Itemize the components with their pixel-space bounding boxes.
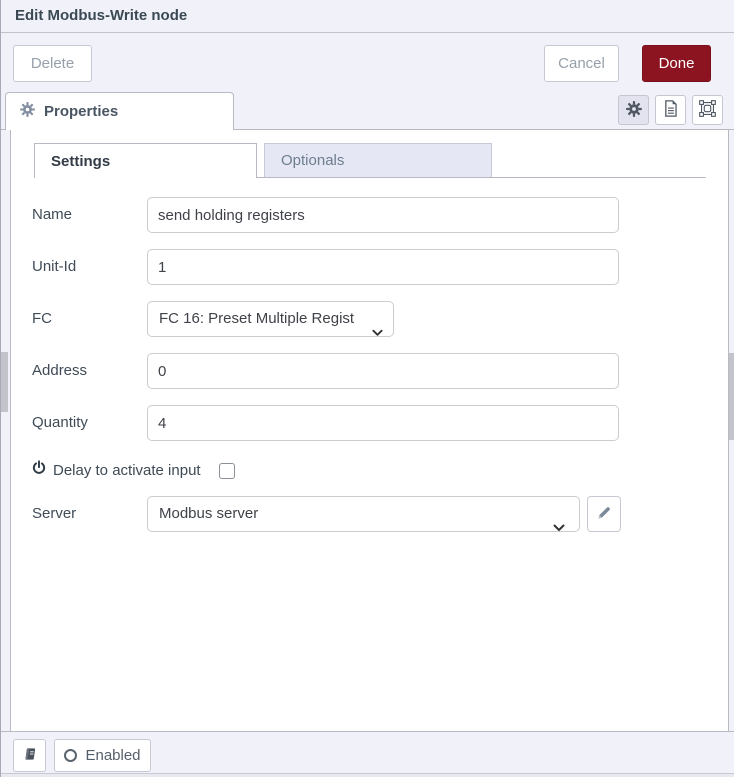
cancel-button[interactable]: Cancel xyxy=(544,45,619,82)
tray-footer: Enabled xyxy=(1,731,734,773)
left-scrollbar-thumb[interactable] xyxy=(1,352,8,412)
tab-settings[interactable]: Settings xyxy=(34,143,257,178)
properties-icon-button[interactable] xyxy=(618,95,649,125)
unit-id-input[interactable] xyxy=(147,249,619,285)
power-icon xyxy=(32,460,46,480)
node-help-button[interactable] xyxy=(13,739,46,772)
status-circle-icon xyxy=(64,749,77,762)
tab-properties-label: Properties xyxy=(44,103,118,120)
appearance-icon xyxy=(699,100,716,120)
address-label: Address xyxy=(32,353,142,389)
dialog-title: Edit Modbus-Write node xyxy=(1,0,734,32)
fc-select-value: FC 16: Preset Multiple Regist xyxy=(159,310,354,327)
unit-id-label: Unit-Id xyxy=(32,249,142,285)
book-icon xyxy=(22,746,37,765)
delay-row: Delay to activate input xyxy=(32,457,201,483)
tray-body: Optionals Settings Name Unit-Id FC FC 16… xyxy=(10,130,729,731)
chevron-down-icon xyxy=(372,316,383,350)
name-label: Name xyxy=(32,197,142,233)
gear-icon xyxy=(626,101,642,120)
quantity-label: Quantity xyxy=(32,405,142,441)
bottom-strip xyxy=(1,773,734,777)
delay-label: Delay to activate input xyxy=(53,462,201,479)
server-select[interactable]: Modbus server xyxy=(147,496,580,532)
enabled-label: Enabled xyxy=(85,747,140,764)
tab-settings-label: Settings xyxy=(51,153,110,170)
done-button[interactable]: Done xyxy=(642,45,711,82)
server-select-value: Modbus server xyxy=(159,505,258,522)
appearance-icon-button[interactable] xyxy=(692,95,723,125)
edit-node-tray: Edit Modbus-Write node Delete Cancel Don… xyxy=(0,0,734,777)
tab-optionals[interactable]: Optionals xyxy=(264,143,492,177)
server-label: Server xyxy=(32,496,142,532)
node-enabled-toggle[interactable]: Enabled xyxy=(54,739,151,772)
description-icon-button[interactable] xyxy=(655,95,686,125)
chevron-down-icon xyxy=(553,511,565,545)
file-text-icon xyxy=(663,100,678,120)
address-input[interactable] xyxy=(147,353,619,389)
delay-checkbox[interactable] xyxy=(219,463,235,479)
name-input[interactable] xyxy=(147,197,619,233)
tab-optionals-label: Optionals xyxy=(281,152,344,169)
gear-icon xyxy=(20,102,35,122)
fc-label: FC xyxy=(32,301,142,337)
edit-server-button[interactable] xyxy=(587,496,621,532)
quantity-input[interactable] xyxy=(147,405,619,441)
delete-button[interactable]: Delete xyxy=(13,45,92,82)
right-scrollbar-thumb[interactable] xyxy=(729,353,734,440)
pencil-icon xyxy=(596,505,612,524)
fc-select[interactable]: FC 16: Preset Multiple Regist xyxy=(147,301,394,337)
tab-properties[interactable]: Properties xyxy=(5,92,234,130)
dialog-header: Edit Modbus-Write node xyxy=(1,0,734,33)
